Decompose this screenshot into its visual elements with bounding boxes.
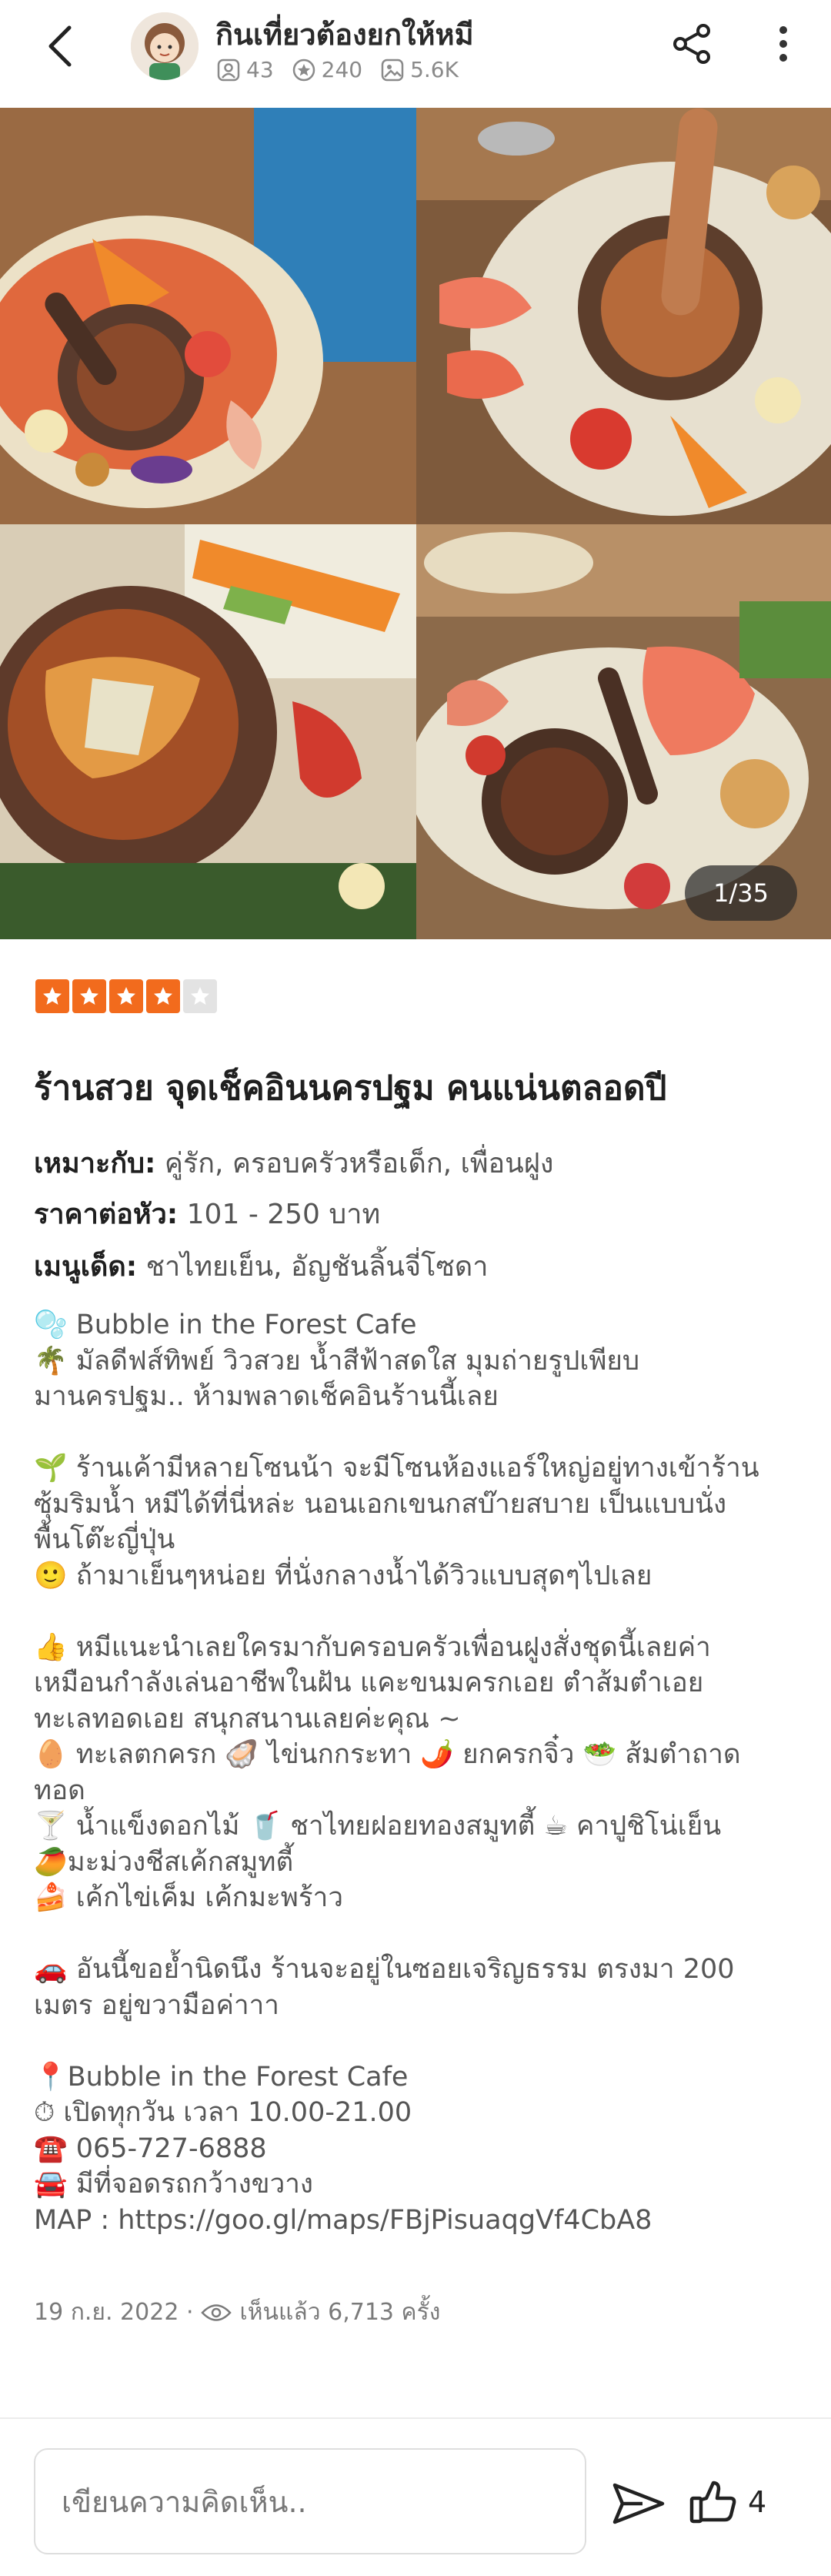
image-icon — [381, 59, 404, 81]
price-row: ราคาต่อหัว: 101 - 250 บาท — [34, 1192, 380, 1236]
bottom-action-bar: เขียนความคิดเห็น.. 4 — [0, 2417, 831, 2576]
chevron-left-icon — [48, 25, 72, 67]
suitable-for-row: เหมาะกับ: คู่รัก, ครอบครัวหรือเด็ก, เพื่… — [34, 1141, 553, 1185]
star-filled-icon — [146, 979, 180, 1013]
star-filled-icon — [35, 979, 69, 1013]
price-value: 101 - 250 บาท — [186, 1199, 381, 1230]
like-count: 4 — [748, 2485, 767, 2519]
reviews-stat: 240 — [292, 57, 362, 82]
share-button[interactable] — [666, 18, 717, 69]
like-button[interactable]: 4 — [689, 2471, 766, 2533]
more-options-button[interactable] — [762, 18, 805, 69]
suitable-for-label: เหมาะกับ: — [34, 1148, 156, 1179]
rating-stars — [35, 979, 217, 1013]
star-filled-icon — [109, 979, 143, 1013]
signature-menu-value: ชาไทยเย็น, อัญชันลิ้นจี่โซดา — [145, 1251, 489, 1283]
send-icon — [612, 2483, 665, 2524]
gallery-photo[interactable] — [0, 108, 416, 524]
followers-count: 43 — [246, 57, 274, 82]
avatar[interactable] — [131, 12, 199, 80]
signature-menu-row: เมนูเด็ด: ชาไทยเย็น, อัญชันลิ้นจี่โซดา — [34, 1244, 489, 1288]
post-body: 🫧 Bubble in the Forest Cafe 🌴 มัลดีฟส์ทิ… — [34, 1310, 759, 2236]
gallery-photo[interactable] — [416, 108, 831, 524]
send-button[interactable] — [608, 2473, 669, 2534]
post-meta: 19 ก.ย. 2022 · เห็นแล้ว 6,713 ครั้ง — [34, 2294, 440, 2330]
star-circle-icon — [292, 59, 315, 81]
photos-count: 5.6K — [410, 57, 459, 82]
photos-stat: 5.6K — [381, 57, 459, 82]
author-stats: 43 240 5.6K — [217, 57, 469, 82]
suitable-for-value: คู่รัก, ครอบครัวหรือเด็ก, เพื่อนฝูง — [164, 1148, 554, 1179]
star-filled-icon — [72, 979, 106, 1013]
followers-stat: 43 — [217, 57, 274, 82]
signature-menu-label: เมนูเด็ด: — [34, 1251, 138, 1283]
post-date: 19 ก.ย. 2022 · — [34, 2299, 194, 2326]
photo-gallery[interactable] — [0, 108, 831, 939]
eye-icon — [201, 2303, 232, 2321]
star-empty-icon — [183, 979, 217, 1013]
share-icon — [673, 24, 710, 64]
price-label: ราคาต่อหัว: — [34, 1199, 179, 1230]
back-button[interactable] — [37, 23, 83, 69]
view-count: เห็นแล้ว 6,713 ครั้ง — [239, 2299, 441, 2326]
kebab-menu-icon — [779, 26, 787, 62]
post-title: ร้านสวย จุดเช็คอินนครปฐม คนแน่นตลอดปี — [34, 1069, 667, 1108]
top-bar: กินเที่ยวต้องยกให้หมี 43 240 5.6K — [0, 0, 831, 108]
author-name[interactable]: กินเที่ยวต้องยกให้หมี — [215, 11, 474, 58]
photo-counter: 1/35 — [685, 865, 797, 921]
gallery-photo[interactable] — [0, 524, 416, 939]
person-icon — [217, 59, 240, 81]
comment-input[interactable]: เขียนความคิดเห็น.. — [34, 2448, 586, 2554]
reviews-count: 240 — [321, 57, 363, 82]
thumbs-up-icon — [689, 2481, 736, 2524]
